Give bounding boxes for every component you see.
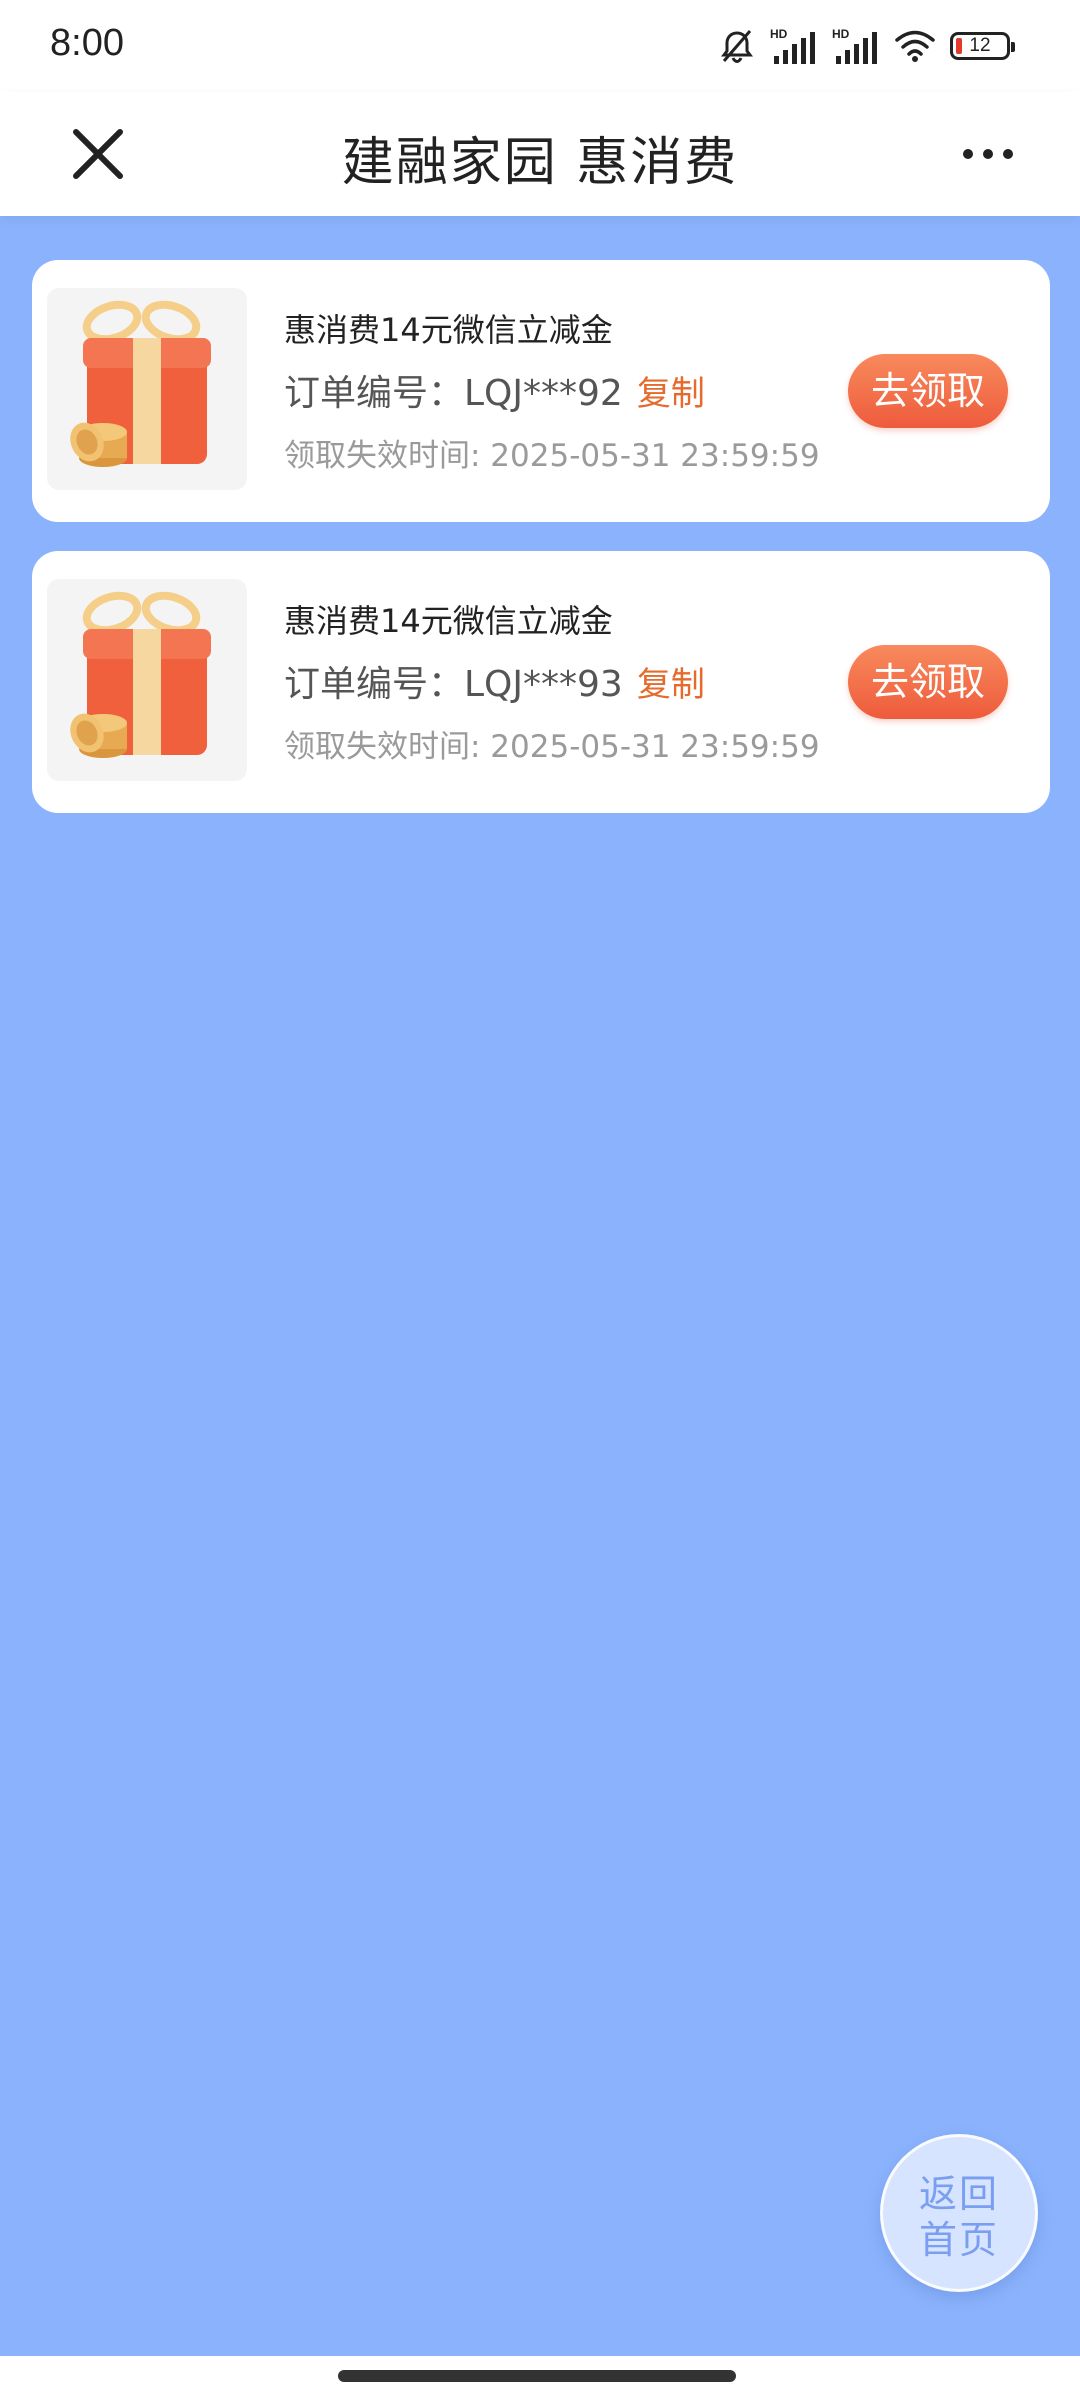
voucher-card: 惠消费14元微信立减金 订单编号：LQJ***93 复制 领取失效时间: 2025… xyxy=(32,551,1050,813)
order-number-row: 订单编号：LQJ***92 复制 xyxy=(284,366,804,422)
voucher-name: 惠消费14元微信立减金 xyxy=(284,311,613,349)
gift-box-image xyxy=(47,288,247,490)
claim-button[interactable]: 去领取 xyxy=(848,645,1008,719)
expire-time: 领取失效时间: 2025-05-31 23:59:59 xyxy=(284,729,820,765)
copy-link[interactable]: 复制 xyxy=(637,374,705,414)
status-bar: 8:00 HD HD 12 xyxy=(0,0,1080,92)
bell-off-icon xyxy=(721,30,753,64)
claim-button[interactable]: 去领取 xyxy=(848,354,1008,428)
voucher-list: 惠消费14元微信立减金 订单编号：LQJ***92 复制 领取失效时间: 2025… xyxy=(32,260,1050,842)
voucher-info: 惠消费14元微信立减金 订单编号：LQJ***93 复制 领取失效时间: 2025… xyxy=(284,597,820,771)
wifi-icon xyxy=(895,30,935,62)
return-home-button[interactable]: 返回首页 xyxy=(880,2134,1038,2292)
gift-box-icon xyxy=(70,591,211,758)
copy-link[interactable]: 复制 xyxy=(637,665,705,705)
gift-box-image xyxy=(47,579,247,781)
order-number: 订单编号：LQJ***93 xyxy=(284,664,623,705)
svg-text:HD: HD xyxy=(770,27,788,41)
gift-box-icon xyxy=(70,300,211,467)
voucher-card: 惠消费14元微信立减金 订单编号：LQJ***92 复制 领取失效时间: 2025… xyxy=(32,260,1050,522)
order-number: 订单编号：LQJ***92 xyxy=(284,373,623,414)
voucher-info: 惠消费14元微信立减金 订单编号：LQJ***92 复制 领取失效时间: 2025… xyxy=(284,306,820,480)
status-icons: HD HD 12 xyxy=(718,26,1015,66)
status-time: 8:00 xyxy=(50,22,124,64)
battery-icon: 12 xyxy=(950,32,1015,60)
more-button[interactable] xyxy=(956,132,1020,176)
expire-time: 领取失效时间: 2025-05-31 23:59:59 xyxy=(284,438,820,474)
return-home-label: 返回首页 xyxy=(918,2172,999,2262)
nav-header: 建融家园 惠消费 xyxy=(0,92,1080,216)
voucher-name: 惠消费14元微信立减金 xyxy=(284,602,613,640)
order-number-row: 订单编号：LQJ***93 复制 xyxy=(284,657,804,713)
hd-signal-icon: HD xyxy=(832,27,877,64)
battery-level: 12 xyxy=(969,35,991,56)
gesture-bar xyxy=(0,2356,1080,2400)
page-title: 建融家园 惠消费 xyxy=(341,133,739,193)
home-indicator[interactable] xyxy=(338,2370,736,2382)
svg-text:HD: HD xyxy=(832,27,850,41)
hd-signal-icon: HD xyxy=(770,27,815,64)
more-icon xyxy=(963,149,1013,159)
